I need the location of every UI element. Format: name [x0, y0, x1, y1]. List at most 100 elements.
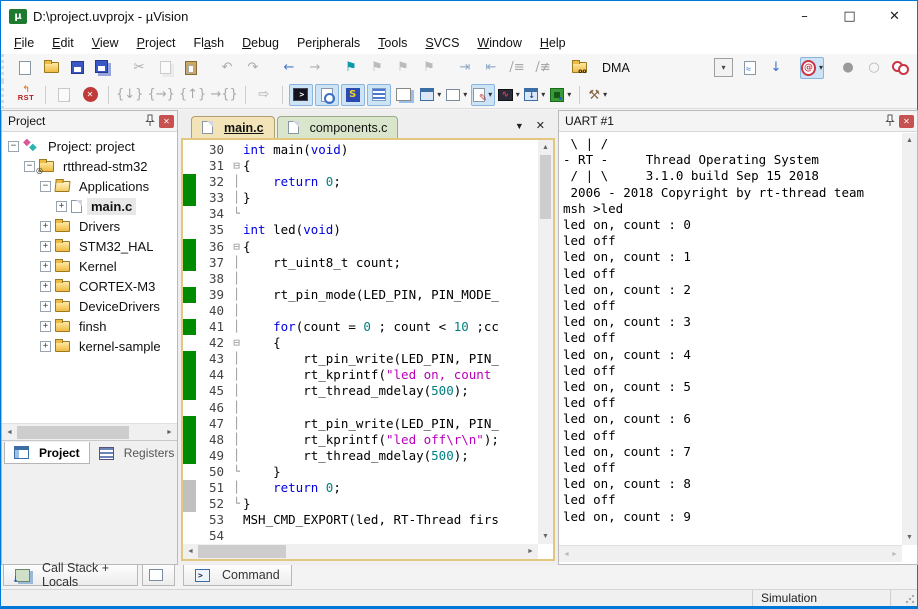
title-bar[interactable]: µ D:\project.uvprojx - µVision – □ ✕ — [1, 1, 917, 32]
tree-item-cortex-m3[interactable]: +CORTEX-M3 — [2, 276, 177, 296]
uart-vertical-scrollbar[interactable]: ▲ ▼ — [902, 133, 917, 545]
tree-expander[interactable]: + — [40, 341, 51, 352]
memory-windows-button[interactable]: ▾ — [445, 84, 469, 106]
bookmark-toggle-button[interactable]: ⚑ — [339, 57, 363, 79]
search-combo[interactable]: DMA▾ — [596, 57, 733, 78]
trace-windows-button[interactable]: ▾ — [419, 84, 443, 106]
indent-button[interactable]: ⇥ — [453, 57, 477, 79]
dropdown-caret-icon[interactable]: ▾ — [819, 63, 823, 72]
document-tab-main-c[interactable]: main.c — [191, 116, 275, 138]
menu-flash[interactable]: Flash — [185, 34, 234, 52]
document-tab-components-c[interactable]: components.c — [277, 116, 399, 138]
tree-item-kernel-sample[interactable]: +kernel-sample — [2, 336, 177, 356]
scroll-right-icon[interactable]: ► — [162, 425, 177, 440]
menu-project[interactable]: Project — [128, 34, 185, 52]
breakpoint-toggle-button[interactable]: ● — [836, 57, 860, 79]
logic-analyzer-button[interactable]: ▾ — [497, 84, 521, 106]
dropdown-caret-icon[interactable]: ▾ — [463, 90, 467, 99]
redo-button[interactable]: ↷ — [241, 57, 265, 79]
scroll-thumb[interactable] — [540, 155, 551, 219]
minimize-button[interactable]: – — [782, 1, 827, 32]
breakpoint-enable-disable-button[interactable]: ○ — [862, 57, 886, 79]
serial-windows-button[interactable] — [367, 84, 391, 106]
search-combo-value[interactable]: DMA — [596, 61, 714, 75]
tree-expander[interactable]: + — [40, 281, 51, 292]
uart-output[interactable]: \ | /- RT - Thread Operating System / | … — [559, 133, 902, 545]
uart-panel-close-icon[interactable]: ✕ — [899, 115, 914, 128]
dropdown-caret-icon[interactable]: ▾ — [437, 90, 441, 99]
undo-button[interactable]: ↶ — [215, 57, 239, 79]
incremental-find-button[interactable]: ↓ — [764, 57, 788, 79]
resize-grip-icon[interactable] — [905, 594, 915, 604]
menu-peripherals[interactable]: Peripherals — [288, 34, 369, 52]
pin-icon[interactable] — [145, 114, 155, 129]
bookmark-clear-all-button[interactable]: ⚑ — [417, 57, 441, 79]
uart-horizontal-scrollbar[interactable]: ◄ ► — [559, 545, 902, 562]
run-button[interactable]: ⇨ — [252, 84, 276, 106]
save-all-button[interactable] — [91, 57, 115, 79]
bookmark-next-button[interactable]: ⚑ — [391, 57, 415, 79]
tree-expander[interactable]: + — [40, 261, 51, 272]
tree-item-project-project[interactable]: −Project: project — [2, 136, 177, 156]
find-in-files-button[interactable] — [738, 57, 762, 79]
step-over-button[interactable]: {→} — [146, 84, 175, 106]
step-out-button[interactable]: {↑} — [178, 84, 207, 106]
tree-expander[interactable]: + — [56, 201, 67, 212]
tree-expander[interactable]: − — [24, 161, 35, 172]
run-to-cursor-button[interactable]: →{} — [209, 84, 238, 106]
dropdown-caret-icon[interactable]: ▾ — [567, 90, 571, 99]
scroll-right-icon[interactable]: ► — [523, 544, 538, 559]
cut-button[interactable]: ✂ — [127, 57, 151, 79]
stop-debug-button[interactable] — [78, 84, 102, 106]
save-button[interactable] — [65, 57, 89, 79]
bookmark-previous-button[interactable]: ⚑ — [365, 57, 389, 79]
dropdown-caret-icon[interactable]: ▾ — [541, 90, 545, 99]
uncomment-button[interactable]: /≢ — [531, 57, 555, 79]
watch-windows-button[interactable]: ▾ — [471, 84, 495, 106]
navigate-forward-button[interactable]: → — [303, 57, 327, 79]
tree-item-kernel[interactable]: +Kernel — [2, 256, 177, 276]
project-horizontal-scrollbar[interactable]: ◄ ► — [2, 423, 177, 440]
reset-cpu-button[interactable]: RST — [13, 84, 39, 106]
find-in-files-folder-button[interactable] — [567, 57, 591, 79]
close-button[interactable]: ✕ — [872, 1, 917, 32]
scroll-down-icon[interactable]: ▼ — [538, 529, 553, 544]
tree-expander[interactable]: + — [40, 241, 51, 252]
menu-window[interactable]: Window — [468, 34, 530, 52]
system-viewer-button[interactable]: ▾ — [523, 84, 547, 106]
tree-item-stm32-hal[interactable]: +STM32_HAL — [2, 236, 177, 256]
tab-command[interactable]: Command — [183, 565, 292, 586]
editor-horizontal-scrollbar[interactable]: ◄ ► — [183, 544, 538, 559]
command-window-button[interactable] — [289, 84, 313, 106]
toolbox-button[interactable]: ▾ — [549, 84, 573, 106]
menu-help[interactable]: Help — [531, 34, 575, 52]
dropdown-caret-icon[interactable]: ▾ — [603, 90, 607, 99]
tree-expander[interactable]: + — [40, 301, 51, 312]
document-list-icon[interactable]: ▼ — [515, 121, 524, 131]
scroll-down-icon[interactable]: ▼ — [902, 530, 917, 545]
pin-icon[interactable] — [885, 114, 895, 129]
breakpoint-disable-all-button[interactable] — [888, 57, 912, 79]
tree-expander[interactable]: − — [8, 141, 19, 152]
tree-expander[interactable]: + — [40, 321, 51, 332]
scroll-up-icon[interactable]: ▲ — [538, 140, 553, 155]
menu-tools[interactable]: Tools — [369, 34, 416, 52]
maximize-button[interactable]: □ — [827, 1, 872, 32]
code-area[interactable]: 30int main(void)31⊟{32│ return 0;33│}34└… — [183, 140, 538, 544]
editor-vertical-scrollbar[interactable]: ▲ ▼ — [538, 140, 553, 544]
step-into-button[interactable]: {↓} — [115, 84, 144, 106]
dropdown-caret-icon[interactable]: ▾ — [516, 90, 520, 99]
paste-button[interactable] — [179, 57, 203, 79]
tree-expander[interactable]: + — [40, 221, 51, 232]
scroll-left-icon[interactable]: ◄ — [559, 547, 574, 562]
symbols-window-button[interactable] — [341, 84, 365, 106]
scroll-right-icon[interactable]: ► — [887, 547, 902, 562]
open-file-button[interactable] — [39, 57, 63, 79]
copy-button[interactable] — [153, 57, 177, 79]
scroll-left-icon[interactable]: ◄ — [183, 544, 198, 559]
breakpoint-kill-all-button[interactable] — [914, 57, 918, 79]
tree-item-drivers[interactable]: +Drivers — [2, 216, 177, 236]
new-file-button[interactable] — [13, 57, 37, 79]
tree-item-rtthread-stm32[interactable]: −rtthread-stm32 — [2, 156, 177, 176]
scroll-thumb[interactable] — [198, 545, 286, 558]
